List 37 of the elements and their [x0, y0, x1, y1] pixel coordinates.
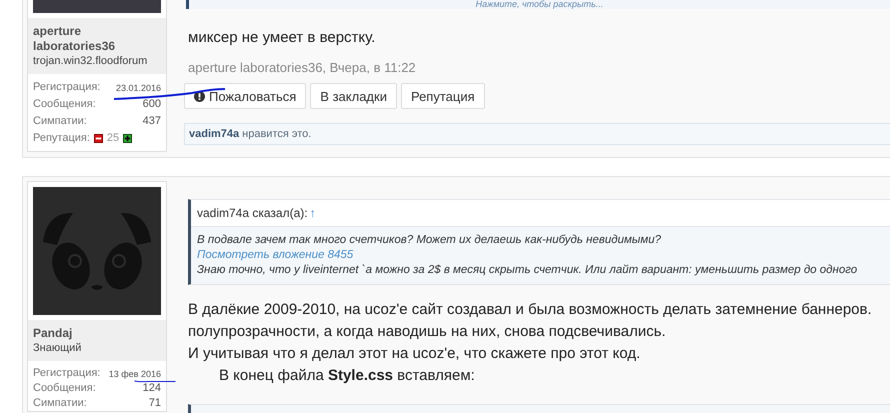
- minus-icon[interactable]: [94, 134, 103, 143]
- stat-label: Симпатии:: [33, 114, 87, 129]
- post-text: полупрозрачности, а когда наводишь на них, снова подсвечивались.: [188, 322, 667, 342]
- post-text: В конец файла Style.css вставляем:: [218, 366, 476, 386]
- action-button[interactable]: Пожаловаться: [184, 83, 306, 109]
- quote-author: vadim74a сказал(а):: [197, 206, 308, 220]
- username[interactable]: aperture laboratories36: [33, 24, 143, 54]
- stat-label: Симпатии:: [33, 396, 87, 411]
- action-button[interactable]: В закладки: [310, 83, 397, 109]
- stat-label: Регистрация:: [33, 366, 100, 381]
- warning-icon: [194, 90, 205, 102]
- reputation-value: 25: [106, 131, 120, 146]
- plus-icon[interactable]: [123, 134, 132, 143]
- action-button[interactable]: Репутация: [400, 83, 485, 109]
- jump-to-quote-link[interactable]: ↑: [310, 206, 316, 220]
- stat-value: 124: [142, 381, 161, 396]
- stat-label: Сообщения:: [33, 381, 96, 396]
- quote-text: В подвале зачем так много счетчиков? Может их делаешь как-нибудь невидимыми?: [197, 233, 662, 248]
- post-text: В далёкие 2009-2010, на ucoz'e сайт создавал и была возможность делать затемнение баннеров.: [188, 300, 873, 320]
- quote-text: Знаю точно, что у liveinternet `a можно за 2$ в месяц скрыть счетчик. Или лайт вариант: уменьшить размер до одного: [197, 263, 858, 278]
- stat-value: 437: [142, 114, 161, 129]
- post-text: И учитывая что я делал этот на ucoz'e, что скажете про этот код.: [188, 344, 642, 364]
- stat-value: 600: [142, 97, 161, 112]
- user-title: Знающий: [33, 341, 82, 355]
- stat-label: Репутация:: [33, 131, 90, 146]
- stat-value: 23.01.2016: [116, 82, 161, 92]
- post-text: миксер не умеет в верстку.: [188, 28, 376, 48]
- stat-value: 71: [148, 396, 161, 411]
- stat-label: Сообщения:: [33, 97, 96, 112]
- expand-quote-link[interactable]: Нажмите, чтобы раскрыть...: [186, 0, 890, 9]
- username[interactable]: Pandaj: [33, 326, 143, 341]
- liker-link[interactable]: vadim74a: [189, 128, 240, 140]
- likes-text: нравится это.: [242, 128, 312, 140]
- user-title: trojan.win32.floodforum: [33, 54, 148, 68]
- post-meta: aperture laboratories36, Вчера, в 11:22: [188, 60, 417, 75]
- stat-value: 13 фев 2016: [108, 368, 161, 378]
- stat-label: Регистрация:: [33, 80, 100, 95]
